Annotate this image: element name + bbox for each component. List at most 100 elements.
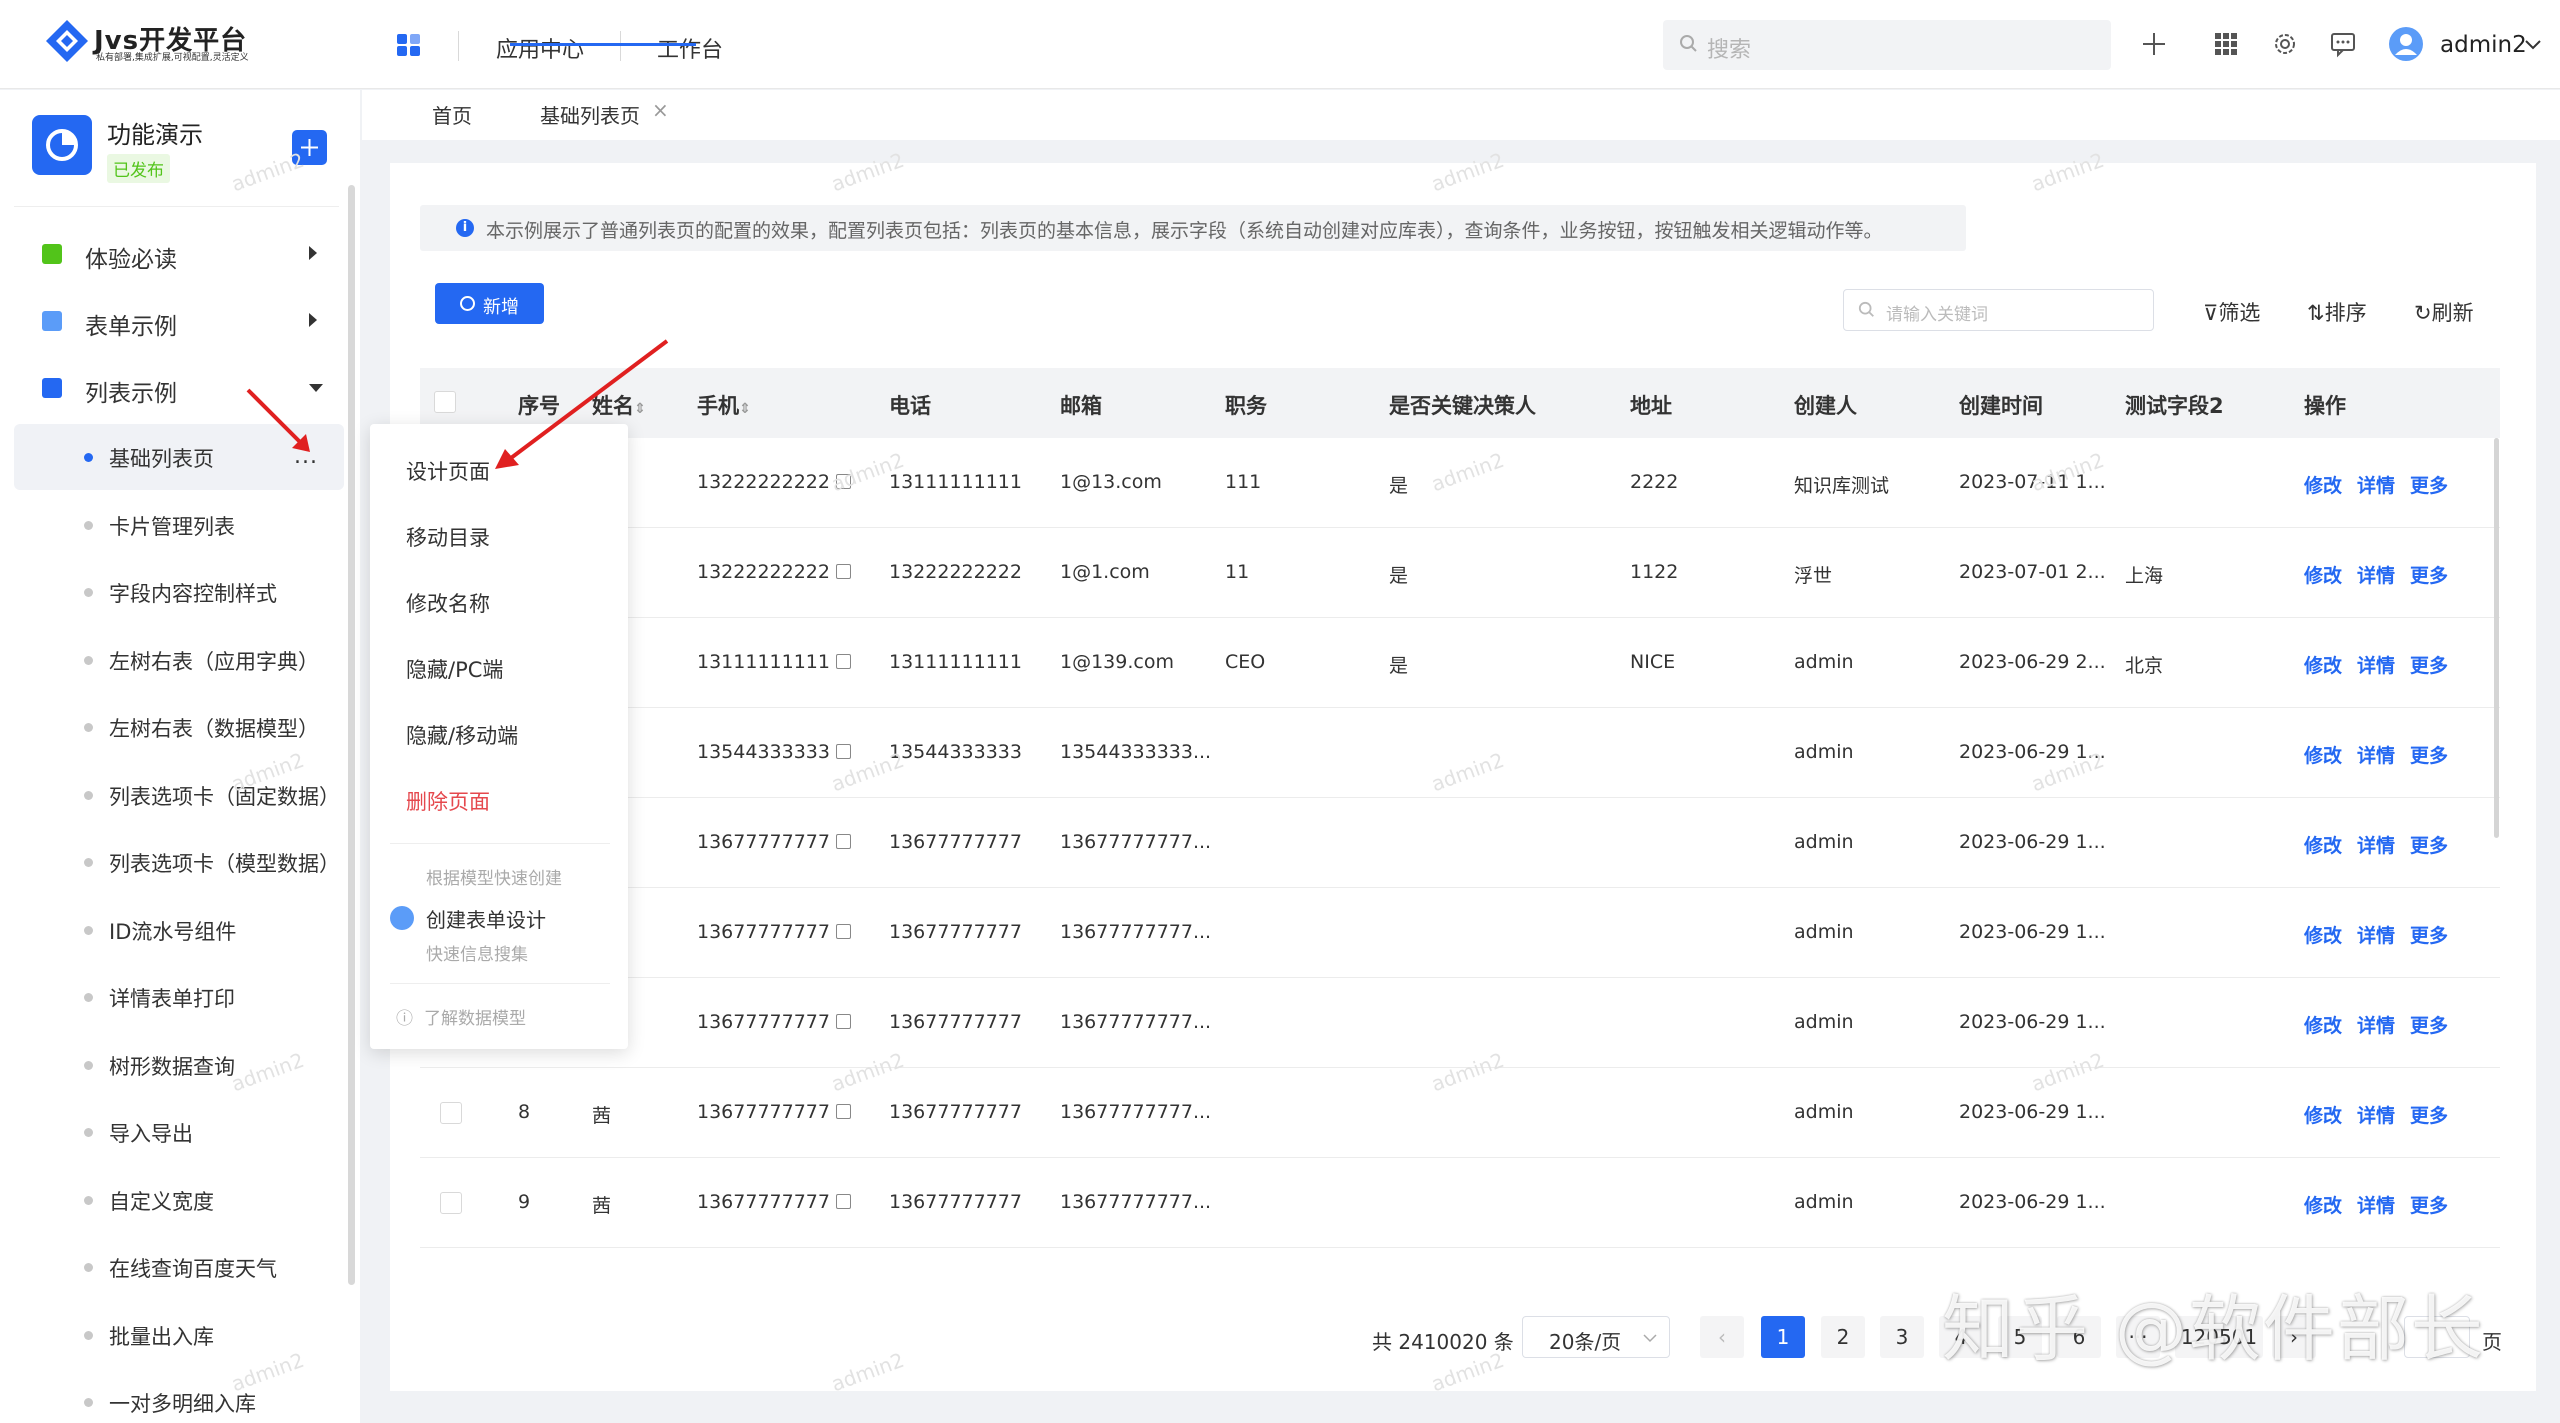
more-link[interactable]: 更多 — [2410, 1011, 2448, 1038]
copy-icon[interactable] — [835, 1014, 851, 1029]
detail-link[interactable]: 详情 — [2357, 1191, 2395, 1218]
sidebar-item-label: 左树右表（数据模型） — [109, 717, 319, 741]
detail-link[interactable]: 详情 — [2357, 651, 2395, 678]
edit-link[interactable]: 修改 — [2304, 1011, 2342, 1038]
cell-post-text: 11 — [1225, 561, 1250, 583]
edit-link[interactable]: 修改 — [2304, 561, 2342, 588]
tab-basic-list[interactable]: 基础列表页 — [540, 100, 640, 129]
edit-link[interactable]: 修改 — [2304, 471, 2342, 498]
edit-link[interactable]: 修改 — [2304, 651, 2342, 678]
menu-group-forms[interactable]: 表单示例 — [0, 291, 340, 351]
message-icon[interactable] — [2327, 28, 2359, 60]
col-actions: 操作 — [2304, 394, 2346, 418]
edit-link[interactable]: 修改 — [2304, 921, 2342, 948]
sort-button[interactable]: ⇅排序 — [2307, 297, 2367, 327]
refresh-button[interactable]: ↻刷新 — [2414, 297, 2474, 327]
avatar[interactable] — [2388, 26, 2424, 62]
detail-link[interactable]: 详情 — [2357, 921, 2395, 948]
bullet-icon — [84, 858, 93, 867]
app-grid-icon[interactable] — [394, 30, 424, 60]
grid-menu-icon[interactable] — [2210, 28, 2242, 60]
page-2[interactable]: 2 — [1821, 1316, 1865, 1358]
sidebar-item[interactable]: 详情表单打印 — [0, 964, 340, 1030]
more-link[interactable]: 更多 — [2410, 1101, 2448, 1128]
more-link[interactable]: 更多 — [2410, 1191, 2448, 1218]
tab-home[interactable]: 首页 — [432, 100, 472, 129]
copy-icon[interactable] — [835, 564, 851, 579]
detail-link[interactable]: 详情 — [2357, 741, 2395, 768]
detail-link[interactable]: 详情 — [2357, 1101, 2395, 1128]
sidebar-item[interactable]: 列表选项卡（模型数据） — [0, 829, 340, 895]
detail-link[interactable]: 详情 — [2357, 1011, 2395, 1038]
edit-link[interactable]: 修改 — [2304, 831, 2342, 858]
copy-icon[interactable] — [835, 1104, 851, 1119]
more-link[interactable]: 更多 — [2410, 651, 2448, 678]
edit-link[interactable]: 修改 — [2304, 1101, 2342, 1128]
more-link[interactable]: 更多 — [2410, 741, 2448, 768]
sidebar-item[interactable]: 在线查询百度天气 — [0, 1234, 340, 1300]
menu-item-create-form[interactable]: 创建表单设计 — [426, 904, 546, 933]
copy-icon[interactable] — [835, 924, 851, 939]
menu-item-hide-pc[interactable]: 隐藏/PC端 — [406, 654, 503, 684]
copy-icon[interactable] — [835, 654, 851, 669]
notice-banner: i 本示例展示了普通列表页的配置的效果，配置列表页包括：列表页的基本信息，展示字… — [420, 205, 1966, 251]
page-size-select[interactable]: 20条/页 — [1522, 1316, 1670, 1358]
tab-bar: 首页 基础列表页 × — [362, 90, 2560, 140]
edit-link[interactable]: 修改 — [2304, 741, 2342, 768]
menu-item-create-form-desc: 快速信息搜集 — [426, 945, 528, 965]
nav-app-center[interactable]: 应用中心 — [496, 32, 584, 64]
select-all-checkbox[interactable] — [434, 391, 456, 413]
cell-phone: 13677777777 — [889, 1101, 1022, 1123]
copy-icon[interactable] — [835, 834, 851, 849]
row-checkbox[interactable] — [440, 1192, 462, 1214]
menu-item-rename[interactable]: 修改名称 — [406, 588, 490, 618]
filter-button[interactable]: ⊽筛选 — [2203, 297, 2260, 327]
keyword-input[interactable]: 请输入关键词 — [1843, 289, 2154, 331]
sidebar-item[interactable]: 自定义宽度 — [0, 1167, 340, 1233]
page-3[interactable]: 3 — [1880, 1316, 1924, 1358]
more-link[interactable]: 更多 — [2410, 831, 2448, 858]
detail-link[interactable]: 详情 — [2357, 831, 2395, 858]
add-button[interactable]: 新增 — [435, 283, 544, 324]
sidebar-item[interactable]: 导入导出 — [0, 1099, 340, 1165]
detail-link[interactable]: 详情 — [2357, 561, 2395, 588]
sidebar-item[interactable]: ID流水号组件 — [0, 897, 340, 963]
sidebar-item[interactable]: 卡片管理列表 — [0, 492, 340, 558]
menu-item-design-page[interactable]: 设计页面 — [406, 456, 490, 486]
col-addr: 地址 — [1630, 394, 1672, 418]
page-1[interactable]: 1 — [1761, 1316, 1805, 1358]
menu-item-move-directory[interactable]: 移动目录 — [406, 522, 490, 552]
username[interactable]: admin2 — [2440, 32, 2527, 58]
menu-item-hide-mobile[interactable]: 隐藏/移动端 — [406, 720, 518, 750]
detail-link[interactable]: 详情 — [2357, 471, 2395, 498]
copy-icon[interactable] — [835, 744, 851, 759]
more-link[interactable]: 更多 — [2410, 471, 2448, 498]
nav-workbench[interactable]: 工作台 — [657, 32, 723, 64]
chevron-down-icon[interactable] — [2524, 38, 2542, 52]
logo-icon — [46, 20, 88, 62]
cell-creator: 知识库测试 — [1794, 471, 1889, 498]
close-icon[interactable]: × — [652, 98, 669, 122]
edit-link[interactable]: 修改 — [2304, 1191, 2342, 1218]
sidebar-item[interactable]: 字段内容控制样式 — [0, 559, 340, 625]
copy-icon[interactable] — [835, 1194, 851, 1209]
table-scrollbar[interactable] — [2494, 438, 2499, 838]
more-link[interactable]: 更多 — [2410, 921, 2448, 948]
sidebar-item[interactable]: 左树右表（应用字典） — [0, 627, 340, 693]
col-mobile[interactable]: 手机⇕ — [697, 390, 751, 420]
cell-creator-text: admin — [1794, 1101, 1854, 1123]
menu-item-learn-model[interactable]: 了解数据模型 — [424, 1004, 526, 1029]
cell-time-text: 2023-07-01 2... — [1959, 561, 2106, 583]
menu-group-label: 表单示例 — [85, 314, 177, 340]
prev-page-button[interactable]: ‹ — [1700, 1316, 1744, 1358]
more-link[interactable]: 更多 — [2410, 561, 2448, 588]
gear-icon[interactable] — [2269, 28, 2301, 60]
sidebar-item[interactable]: 一对多明细入库 — [0, 1369, 340, 1423]
plus-icon[interactable] — [2138, 28, 2170, 60]
menu-item-delete-page[interactable]: 删除页面 — [406, 786, 490, 816]
sidebar-scrollbar[interactable] — [348, 185, 355, 1285]
sidebar-item[interactable]: 左树右表（数据模型） — [0, 694, 340, 760]
row-checkbox[interactable] — [440, 1102, 462, 1124]
menu-group-guide[interactable]: 体验必读 — [0, 224, 340, 284]
search-input[interactable]: 搜索 — [1663, 20, 2111, 70]
